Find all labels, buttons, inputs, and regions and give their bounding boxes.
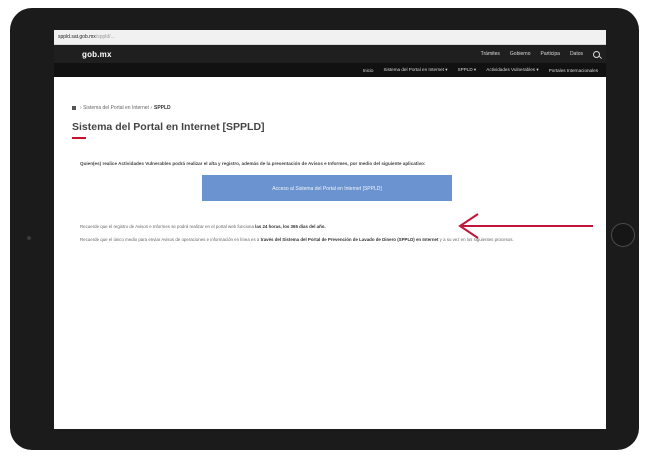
- header-link-gobierno[interactable]: Gobierno: [510, 51, 531, 57]
- tablet-home-button: [611, 223, 635, 247]
- submission-note: Recuerde que el único medio para enviar …: [72, 237, 582, 244]
- nav-item-portales-internacionales[interactable]: Portales Internacionales: [549, 68, 598, 73]
- sppld-access-button[interactable]: Acceso al Sistema del Portal en Internet…: [202, 175, 452, 201]
- breadcrumb: › Sistema del Portal en Internet › SPPLD: [72, 105, 582, 111]
- nav-item-sistema-portal[interactable]: Sistema del Portal en Internet ▾: [383, 67, 447, 73]
- url-path: /sppld/...: [95, 34, 115, 40]
- tablet-camera: [27, 236, 31, 240]
- intro-text: Quien(es) realice Actividades Vulnerable…: [80, 161, 426, 166]
- title-underline: [72, 137, 86, 139]
- breadcrumb-current: SPPLD: [153, 105, 171, 111]
- availability-note: Recuerde que el registro de Avisos e Inf…: [72, 224, 582, 229]
- page-content: › Sistema del Portal en Internet › SPPLD…: [54, 105, 606, 244]
- availability-note-text: Recuerde que el registro de Avisos e Inf…: [80, 224, 254, 229]
- header-link-datos[interactable]: Datos: [570, 51, 583, 57]
- search-icon[interactable]: [593, 50, 600, 58]
- availability-note-bold: las 24 horas, los 365 días del año.: [255, 224, 326, 229]
- url-host: sppld.sat.gob.mx: [58, 34, 96, 40]
- header-links: Trámites Gobierno Participa Datos: [481, 50, 600, 58]
- page-title: Sistema del Portal en Internet [SPPLD]: [72, 121, 265, 133]
- header-link-participa[interactable]: Participa: [540, 51, 559, 57]
- site-header: gob.mx Trámites Gobierno Participa Datos: [54, 45, 606, 63]
- submission-note-tail: y a su vez en los siguientes procesos.: [439, 237, 514, 242]
- submission-note-text: Recuerde que el único medio para enviar …: [80, 237, 260, 242]
- nav-item-actividades-vulnerables[interactable]: Actividades Vulnerables ▾: [486, 67, 538, 73]
- nav-item-sppld[interactable]: SPPLD ▾: [458, 67, 477, 73]
- breadcrumb-path[interactable]: › Sistema del Portal en Internet ›: [80, 105, 152, 111]
- address-bar[interactable]: sppld.sat.gob.mx /sppld/...: [54, 30, 606, 45]
- home-icon[interactable]: [72, 106, 76, 110]
- site-logo[interactable]: gob.mx: [82, 50, 112, 59]
- submission-note-bold: través del Sistema del Portal de Prevenc…: [260, 237, 439, 242]
- nav-item-inicio[interactable]: Inicio: [363, 68, 374, 73]
- header-link-tramites[interactable]: Trámites: [481, 51, 500, 57]
- browser-screen: sppld.sat.gob.mx /sppld/... gob.mx Trámi…: [54, 30, 606, 429]
- main-nav: Inicio Sistema del Portal en Internet ▾ …: [54, 63, 606, 77]
